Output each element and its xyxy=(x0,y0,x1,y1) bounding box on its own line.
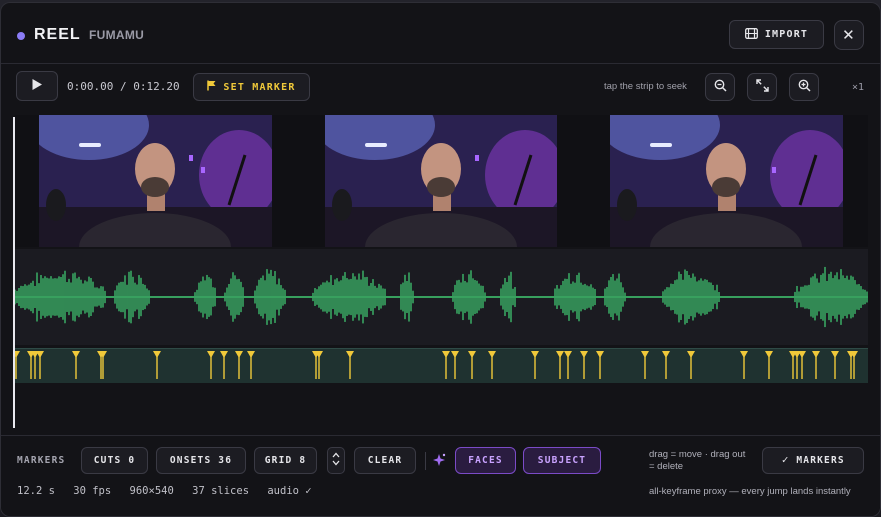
set-marker-label: SET MARKER xyxy=(223,81,296,93)
clear-button[interactable]: CLEAR xyxy=(354,447,416,474)
waveform-bars xyxy=(14,266,868,328)
reel-editor-modal: REEL FUMAMU IMPORT ✕ 0:00.00 / 0:12.20 S… xyxy=(0,2,881,517)
divider xyxy=(425,452,426,470)
drag-hint: drag = move · drag out = delete xyxy=(649,449,759,473)
frame-cell xyxy=(583,115,868,247)
seek-hint: tap the strip to seek xyxy=(604,81,687,92)
onset-marker[interactable] xyxy=(580,351,588,379)
markers-toggle-label: MARKERS xyxy=(796,455,845,466)
onset-marker[interactable] xyxy=(740,351,748,379)
onset-marker[interactable] xyxy=(531,351,539,379)
cuts-label: CUTS 0 xyxy=(93,455,136,466)
onset-marker[interactable] xyxy=(346,351,354,379)
clip-stats: 12.2 s 30 fps 960×540 37 slices audio ✓ xyxy=(17,485,324,497)
onset-marker[interactable] xyxy=(72,351,80,379)
app-title: REEL xyxy=(34,26,81,43)
zoom-in-button[interactable] xyxy=(789,73,819,101)
time-readout: 0:00.00 / 0:12.20 xyxy=(67,80,180,93)
sparkle-icon xyxy=(431,452,447,473)
close-button[interactable]: ✕ xyxy=(834,20,864,50)
onset-marker[interactable] xyxy=(687,351,695,379)
onset-marker[interactable] xyxy=(831,351,839,379)
grid-label: GRID 8 xyxy=(264,455,307,466)
onset-marker[interactable] xyxy=(220,351,228,379)
set-marker-button[interactable]: SET MARKER xyxy=(193,73,310,101)
marker-track[interactable] xyxy=(12,348,868,383)
import-label: IMPORT xyxy=(764,29,809,40)
onset-marker[interactable] xyxy=(442,351,450,379)
onset-marker[interactable] xyxy=(235,351,243,379)
grid-stepper[interactable] xyxy=(327,447,345,474)
onset-marker[interactable] xyxy=(641,351,649,379)
video-thumbnail xyxy=(39,115,272,247)
drag-hint-line2: = delete xyxy=(649,461,684,472)
stat-resolution: 960×540 xyxy=(129,485,174,497)
onset-marker[interactable] xyxy=(765,351,773,379)
status-dot xyxy=(17,32,25,40)
onset-marker[interactable] xyxy=(662,351,670,379)
onset-marker[interactable] xyxy=(468,351,476,379)
close-icon: ✕ xyxy=(842,26,856,44)
audio-waveform[interactable] xyxy=(14,249,868,345)
play-icon xyxy=(31,78,43,94)
proxy-note: all-keyframe proxy — every jump lands in… xyxy=(649,486,851,497)
zoom-in-icon xyxy=(798,79,811,95)
project-name: FUMAMU xyxy=(89,28,145,42)
video-thumbnail xyxy=(610,115,843,247)
markers-toggle-button[interactable]: ✓ MARKERS xyxy=(762,447,864,474)
clear-label: CLEAR xyxy=(367,455,403,466)
frame-cell xyxy=(299,115,583,247)
drag-hint-line1: drag = move · drag out xyxy=(649,449,746,460)
zoom-out-button[interactable] xyxy=(705,73,735,101)
onset-marker[interactable] xyxy=(812,351,820,379)
zoom-out-icon xyxy=(714,79,727,95)
markers-section-label: MARKERS xyxy=(17,455,66,466)
subject-label: SUBJECT xyxy=(537,455,587,466)
onset-marker[interactable] xyxy=(488,351,496,379)
onset-marker[interactable] xyxy=(12,351,20,379)
video-thumbnail xyxy=(325,115,557,247)
zoom-level: ×1 xyxy=(852,82,865,93)
subject-button[interactable]: SUBJECT xyxy=(523,447,601,474)
onsets-label: ONSETS 36 xyxy=(169,455,233,466)
onset-marker[interactable] xyxy=(247,351,255,379)
cuts-button[interactable]: CUTS 0 xyxy=(81,447,148,474)
frame-cell xyxy=(15,115,299,247)
onset-marker[interactable] xyxy=(153,351,161,379)
onset-marker[interactable] xyxy=(798,351,806,379)
faces-label: FACES xyxy=(468,455,503,466)
up-down-icon xyxy=(331,450,341,471)
time-total: 0:12.20 xyxy=(133,80,180,93)
play-button[interactable] xyxy=(16,71,58,101)
playhead[interactable] xyxy=(13,117,15,428)
onsets-button[interactable]: ONSETS 36 xyxy=(156,447,246,474)
time-current: 0:00.00 xyxy=(67,80,114,93)
stat-fps: 30 fps xyxy=(73,485,112,497)
onset-marker[interactable] xyxy=(207,351,215,379)
expand-icon xyxy=(755,79,769,95)
film-icon xyxy=(744,27,758,42)
check-icon: ✓ xyxy=(781,455,791,466)
filmstrip[interactable] xyxy=(15,115,868,247)
stat-slices: 37 slices xyxy=(192,485,250,497)
onset-marker[interactable] xyxy=(556,351,564,379)
flag-icon xyxy=(207,80,216,94)
stat-duration: 12.2 s xyxy=(17,485,55,497)
import-button[interactable]: IMPORT xyxy=(729,20,824,49)
onset-marker[interactable] xyxy=(36,351,44,379)
onset-marker[interactable] xyxy=(596,351,604,379)
onset-marker[interactable] xyxy=(451,351,459,379)
stat-audio: audio ✓ xyxy=(267,485,312,497)
faces-button[interactable]: FACES xyxy=(455,447,516,474)
time-separator: / xyxy=(113,80,134,93)
fit-button[interactable] xyxy=(747,73,777,101)
grid-button[interactable]: GRID 8 xyxy=(254,447,317,474)
onset-marker[interactable] xyxy=(564,351,572,379)
